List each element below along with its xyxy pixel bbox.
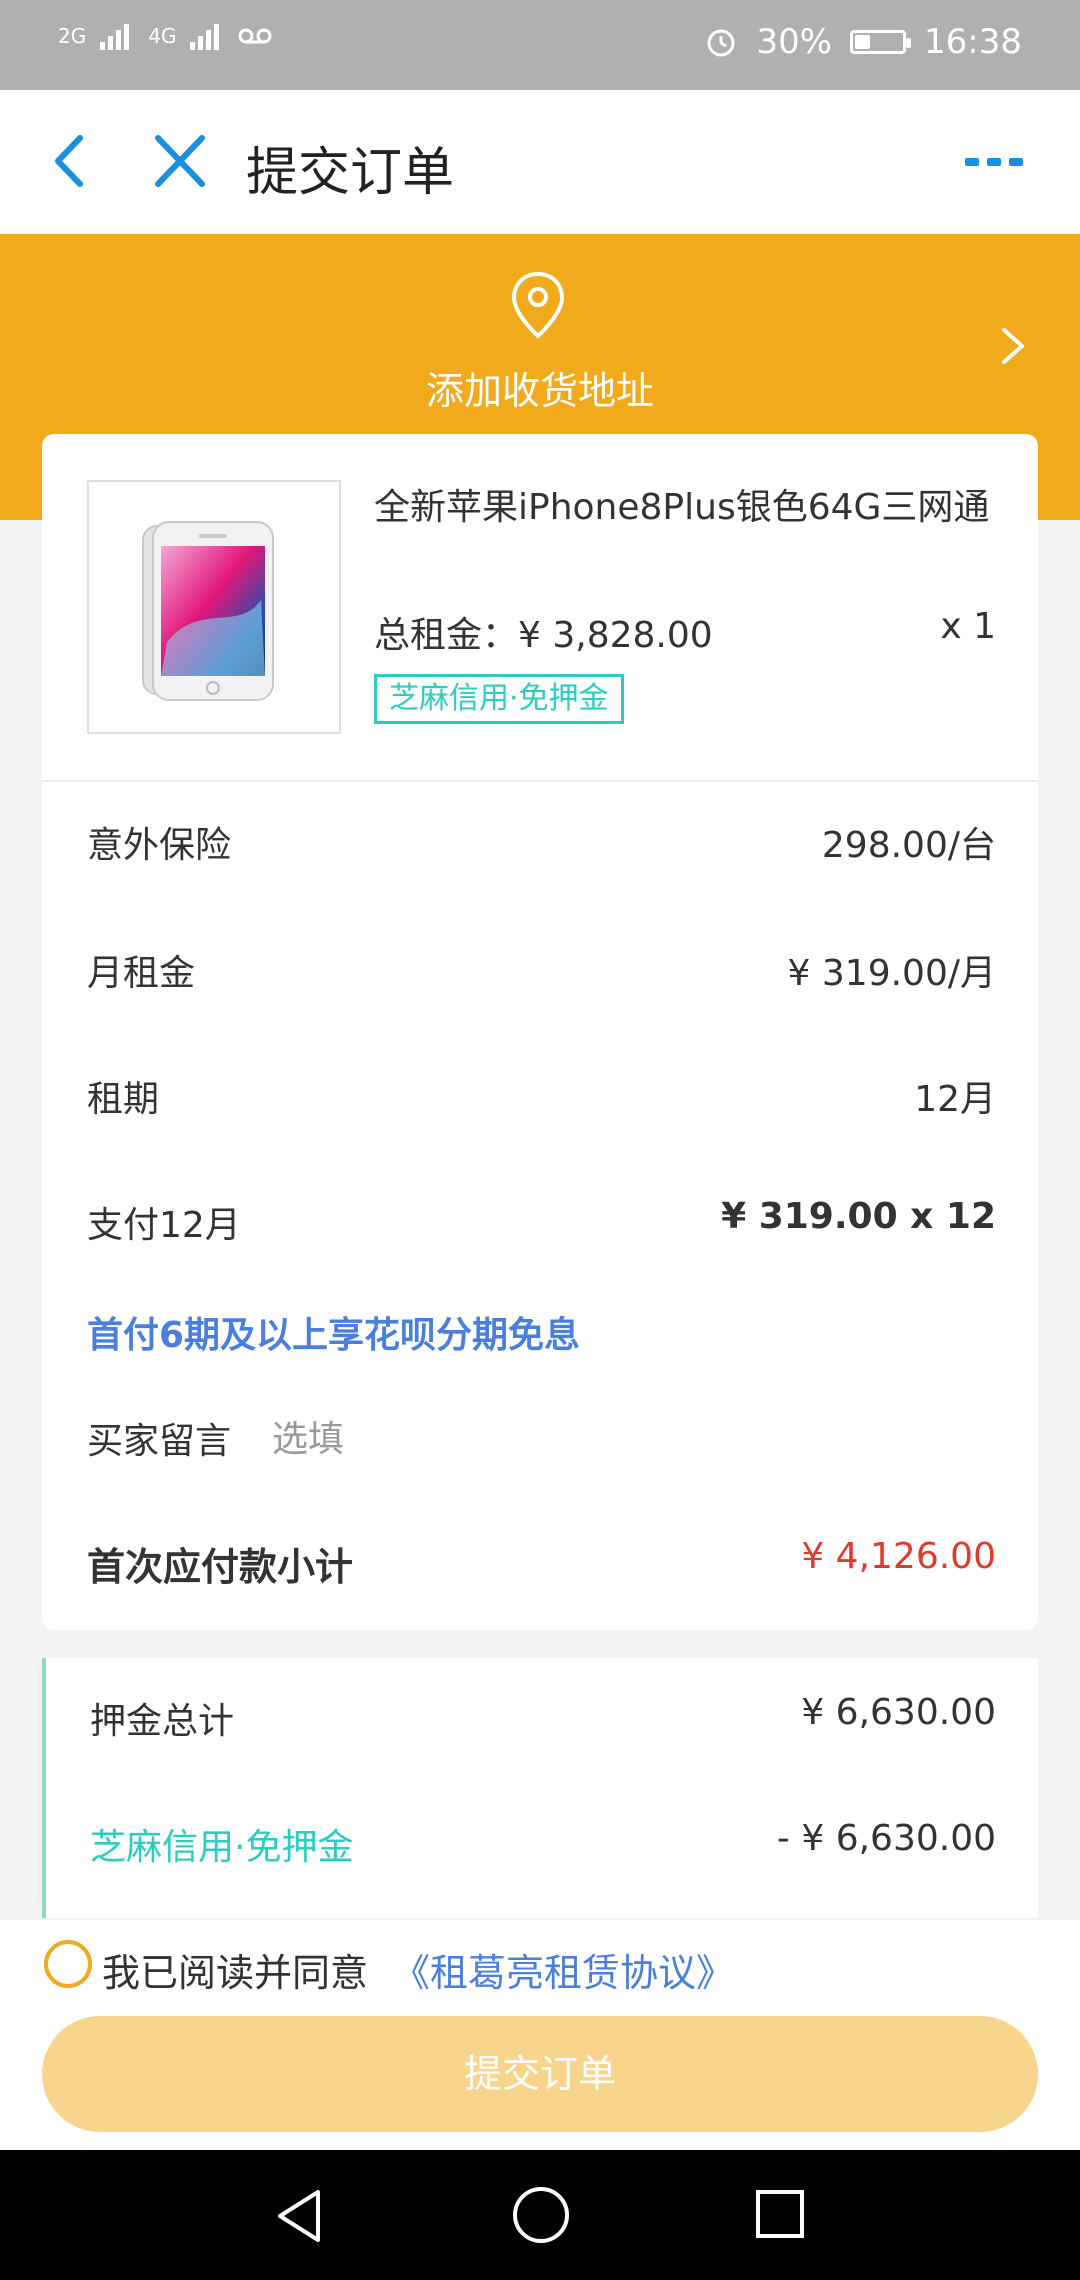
agreement-checkbox[interactable] bbox=[44, 1940, 92, 1988]
zhima-deposit-waiver-value: - ¥ 6,630.00 bbox=[776, 1818, 996, 1859]
total-rent-label: 总租金： bbox=[374, 615, 519, 656]
payment-plan-label: 支付12月 bbox=[87, 1205, 241, 1246]
close-icon bbox=[155, 135, 205, 187]
close-button[interactable] bbox=[150, 126, 210, 196]
order-card: 全新苹果iPhone8Plus银色64G三网通 总租金：¥ 3,828.00 x… bbox=[42, 434, 1038, 1630]
product-quantity: x 1 bbox=[940, 606, 996, 647]
agreement-link[interactable]: 《租葛亮租赁协议》 bbox=[392, 1942, 734, 1997]
status-left: 2G 4G bbox=[58, 22, 272, 50]
nav-recent-icon[interactable] bbox=[752, 2186, 808, 2242]
status-bar: 2G 4G 30% 16:38 bbox=[0, 0, 1080, 90]
buyer-message-input[interactable] bbox=[272, 1414, 872, 1464]
divider bbox=[42, 780, 1038, 782]
nav-home-icon[interactable] bbox=[510, 2184, 572, 2246]
first-payment-subtotal-label: 首次应付款小计 bbox=[87, 1545, 354, 1589]
deposit-total-label: 押金总计 bbox=[90, 1701, 235, 1742]
chevron-left-icon bbox=[55, 135, 83, 187]
lease-term-value: 12月 bbox=[914, 1079, 996, 1120]
page-title: 提交订单 bbox=[246, 143, 455, 203]
deposit-card: 押金总计 ¥ 6,630.00 芝麻信用·免押金 - ¥ 6,630.00 bbox=[42, 1658, 1038, 1918]
buyer-message-label: 买家留言 bbox=[87, 1421, 232, 1462]
product-name: 全新苹果iPhone8Plus银色64G三网通 bbox=[374, 487, 990, 528]
iphone-product-image bbox=[142, 521, 274, 701]
battery-percent: 30% bbox=[756, 22, 833, 62]
location-pin-icon bbox=[511, 271, 565, 339]
total-rent-value: ¥ 3,828.00 bbox=[518, 615, 713, 656]
zhima-deposit-waiver-label: 芝麻信用·免押金 bbox=[90, 1827, 354, 1868]
clock: 16:38 bbox=[924, 22, 1022, 62]
deposit-total-value: ¥ 6,630.00 bbox=[801, 1692, 996, 1733]
back-button[interactable] bbox=[42, 126, 102, 196]
more-button[interactable] bbox=[955, 136, 1035, 186]
insurance-label: 意外保险 bbox=[87, 825, 232, 866]
signal-icon bbox=[100, 24, 130, 50]
submit-order-button[interactable]: 提交订单 bbox=[42, 2016, 1038, 2132]
insurance-value: 298.00/台 bbox=[821, 825, 996, 866]
huabei-promo-text: 首付6期及以上享花呗分期免息 bbox=[87, 1315, 581, 1356]
alarm-icon bbox=[707, 29, 735, 57]
lease-term-label: 租期 bbox=[87, 1079, 160, 1120]
first-payment-subtotal-value: ¥ 4,126.00 bbox=[801, 1536, 996, 1577]
battery-icon bbox=[850, 30, 912, 54]
agreement-text: 我已阅读并同意 bbox=[102, 1951, 369, 1995]
bottom-bar: 我已阅读并同意 《租葛亮租赁协议》 提交订单 bbox=[0, 1920, 1080, 2150]
payment-plan-value: ¥ 319.00 x 12 bbox=[721, 1196, 996, 1237]
voicemail-icon bbox=[238, 28, 272, 44]
add-address-label: 添加收货地址 bbox=[425, 369, 654, 413]
battery-level bbox=[855, 35, 871, 49]
signal-icon bbox=[190, 24, 220, 50]
chevron-right-icon bbox=[1002, 328, 1024, 364]
network-4g: 4G bbox=[148, 24, 177, 48]
zhima-credit-tag: 芝麻信用·免押金 bbox=[374, 674, 624, 724]
product-image bbox=[87, 480, 341, 734]
more-dots-icon bbox=[965, 158, 1023, 166]
status-right: 30% 16:38 bbox=[704, 22, 1022, 62]
network-2g: 2G bbox=[58, 24, 87, 48]
monthly-rent-label: 月租金 bbox=[87, 953, 196, 994]
nav-back-icon[interactable] bbox=[270, 2186, 330, 2246]
system-nav-bar bbox=[0, 2150, 1080, 2280]
app-header: 提交订单 bbox=[0, 90, 1080, 234]
monthly-rent-value: ¥ 319.00/月 bbox=[787, 953, 996, 994]
total-rent: 总租金：¥ 3,828.00 bbox=[374, 606, 713, 658]
